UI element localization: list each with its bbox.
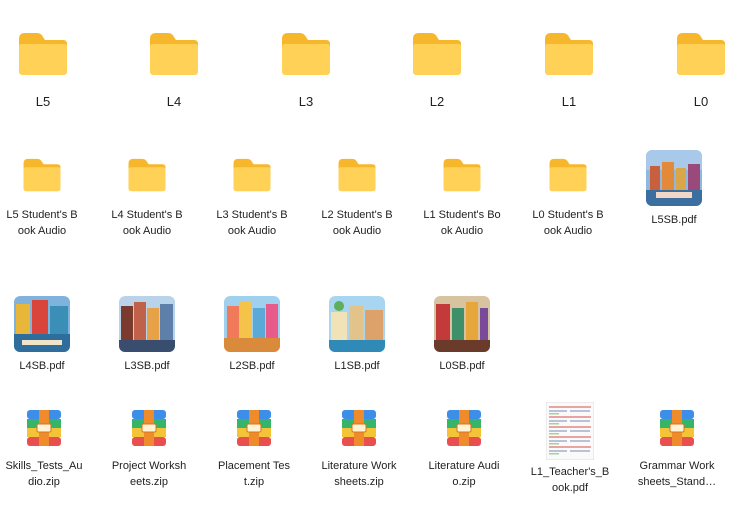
file-item-l1-teachers-book-pdf[interactable]: L1_Teacher's_B ook.pdf (526, 398, 614, 502)
folder-label: L2 (429, 94, 445, 109)
folder-label: L3 (298, 94, 314, 109)
folder-icon (19, 33, 67, 75)
file-label: L2SB.pdf (229, 360, 275, 372)
file-label: L3SB.pdf (124, 360, 170, 372)
file-label: L1SB.pdf (334, 360, 380, 372)
archive-icon (132, 410, 166, 446)
folder-label: L1 (561, 94, 577, 109)
folder-item-l1[interactable]: L1 (534, 26, 604, 116)
folder-icon (233, 158, 271, 192)
file-label: Literature Audi o.zip (428, 460, 500, 488)
folder-label: L5 Student's Book Audio (6, 209, 78, 237)
folder-icon (677, 33, 725, 75)
file-label: L5SB.pdf (651, 214, 697, 226)
folder-item-l0[interactable]: L0 (666, 26, 736, 116)
folder-item-l5[interactable]: L5 (8, 26, 78, 116)
archive-icon (237, 410, 271, 446)
folder-item-l3-audio[interactable]: L3 Student's Book Audio (210, 155, 294, 245)
file-item-grammar-worksheets-zip[interactable]: Grammar Work sheets_Stand… (632, 406, 722, 502)
file-item-l1sb-pdf[interactable]: L1SB.pdf (315, 294, 399, 378)
folder-label: L4 (166, 94, 182, 109)
folder-item-l2[interactable]: L2 (402, 26, 472, 116)
document-page-icon (546, 402, 594, 460)
folder-label: L3 Student's Book Audio (216, 209, 288, 237)
file-label: Project Worksh eets.zip (111, 460, 187, 488)
file-label: Grammar Work sheets_Stand… (637, 460, 717, 488)
file-label: L4SB.pdf (19, 360, 65, 372)
folder-icon (23, 158, 61, 192)
folder-label: L0 (693, 94, 709, 109)
archive-icon (27, 410, 61, 446)
folder-item-l3[interactable]: L3 (271, 26, 341, 116)
folder-icon (150, 33, 198, 75)
folder-icon (545, 33, 593, 75)
file-item-l3sb-pdf[interactable]: L3SB.pdf (105, 294, 189, 378)
file-label: Literature Work sheets.zip (321, 460, 397, 488)
folder-item-l1-audio[interactable]: L1 Student's Bo ok Audio (420, 155, 504, 245)
folder-icon (443, 158, 481, 192)
folder-icon (128, 158, 166, 192)
folder-label: L1 Student's Bo ok Audio (423, 209, 501, 237)
file-item-skills-tests-audio-zip[interactable]: Skills_Tests_Au dio.zip (0, 406, 88, 502)
book-cover-icon (434, 296, 490, 352)
file-item-l5sb-pdf[interactable]: L5SB.pdf (632, 148, 716, 238)
file-label: L1_Teacher's_B ook.pdf (530, 466, 610, 494)
archive-icon (342, 410, 376, 446)
folder-label: L0 Student's Book Audio (532, 209, 604, 237)
folder-icon (338, 158, 376, 192)
file-item-literature-audio-zip[interactable]: Literature Audi o.zip (420, 406, 508, 502)
folder-icon (549, 158, 587, 192)
book-cover-icon (329, 296, 385, 352)
file-label: Placement Tes t.zip (218, 460, 290, 488)
folder-label: L2 Student's Book Audio (321, 209, 393, 237)
book-cover-icon (14, 296, 70, 352)
folder-icon (413, 33, 461, 75)
file-grid: L5 L4 L3 L2 L1 L0 L5 Student's B ook Aud… (0, 0, 739, 523)
folder-label: L5 (35, 94, 51, 109)
folder-item-l4-audio[interactable]: L4 Student's Book Audio (105, 155, 189, 245)
archive-icon (660, 410, 694, 446)
folder-item-l5-audio[interactable]: L5 Student's Book Audio (0, 155, 84, 245)
folder-label: L4 Student's Book Audio (111, 209, 183, 237)
file-label: L0SB.pdf (439, 360, 485, 372)
file-item-l2sb-pdf[interactable]: L2SB.pdf (210, 294, 294, 378)
file-label: Skills_Tests_Au dio.zip (5, 460, 83, 488)
file-item-placement-test-zip[interactable]: Placement Tes t.zip (210, 406, 298, 502)
file-item-l4sb-pdf[interactable]: L4SB.pdf (0, 294, 84, 378)
file-item-literature-worksheets-zip[interactable]: Literature Work sheets.zip (315, 406, 403, 502)
file-item-l0sb-pdf[interactable]: L0SB.pdf (420, 294, 504, 378)
file-item-project-worksheets-zip[interactable]: Project Worksh eets.zip (105, 406, 193, 502)
folder-item-l2-audio[interactable]: L2 Student's Book Audio (315, 155, 399, 245)
folder-item-l4[interactable]: L4 (139, 26, 209, 116)
book-cover-icon (224, 296, 280, 352)
book-cover-icon (119, 296, 175, 352)
book-cover-icon (646, 150, 702, 206)
archive-icon (447, 410, 481, 446)
folder-icon (282, 33, 330, 75)
folder-item-l0-audio[interactable]: L0 Student's Book Audio (526, 155, 610, 245)
